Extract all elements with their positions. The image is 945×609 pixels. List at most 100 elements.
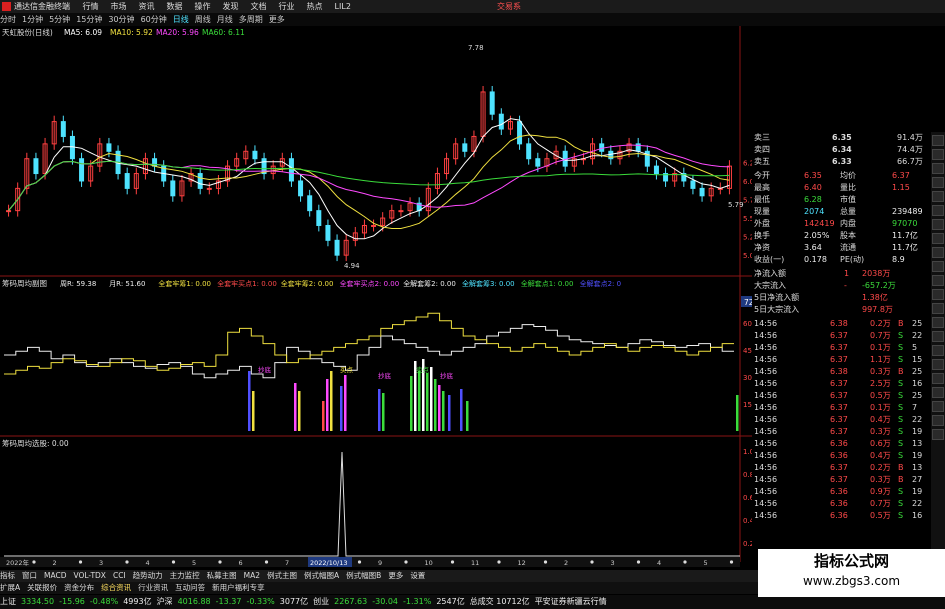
menu-item[interactable]: 资讯 <box>139 2 155 11</box>
signal-bar <box>434 379 437 431</box>
side-tool-icon[interactable] <box>932 387 944 398</box>
menu-item[interactable]: 行情 <box>83 2 99 11</box>
indicator-tab[interactable]: 更多 <box>388 571 403 580</box>
side-tool-icon[interactable] <box>932 401 944 412</box>
menu-item[interactable]: 操作 <box>195 2 211 11</box>
trade-side: S <box>898 355 904 364</box>
period-tab[interactable]: 日线 <box>173 15 189 24</box>
trade-menu[interactable]: 交易系 <box>497 0 521 13</box>
signal-bar <box>378 389 381 431</box>
info-tab[interactable]: 扩展A <box>0 583 20 592</box>
indicator-tab[interactable]: MACD <box>44 571 66 580</box>
side-tool-icon[interactable] <box>932 303 944 314</box>
index-name[interactable]: 沪深 <box>157 597 173 606</box>
side-tool-icon[interactable] <box>932 359 944 370</box>
indicator-tab[interactable]: 设置 <box>410 571 425 580</box>
trade-count: 19 <box>912 487 923 496</box>
trade-price: 6.38 <box>830 319 848 328</box>
trade-time: 14:56 <box>754 355 778 364</box>
side-tool-icon[interactable] <box>932 289 944 300</box>
side-tool-icon[interactable] <box>932 233 944 244</box>
trade-price: 6.38 <box>830 367 848 376</box>
side-tool-icon[interactable] <box>932 149 944 160</box>
side-tool-icon[interactable] <box>932 415 944 426</box>
indicator-tab[interactable]: 主力监控 <box>170 571 200 580</box>
index-name[interactable]: 上证 <box>0 597 16 606</box>
period-tab[interactable]: 周线 <box>195 15 211 24</box>
signal-bar <box>252 391 255 431</box>
trade-side: S <box>898 379 904 388</box>
menu-item[interactable]: 热点 <box>307 2 323 11</box>
panel2-title: 筹码周均副图 <box>2 278 47 288</box>
period-tab[interactable]: 1分钟 <box>22 15 43 24</box>
side-tool-icon[interactable] <box>932 275 944 286</box>
xaxis-dot <box>357 560 362 564</box>
xaxis-dot <box>636 560 641 564</box>
period-tab[interactable]: 多周期 <box>239 15 263 24</box>
period-tab[interactable]: 60分钟 <box>141 15 167 24</box>
price-tick: 5.50 <box>743 215 752 223</box>
period-tab[interactable]: 15分钟 <box>76 15 102 24</box>
side-tool-icon[interactable] <box>932 163 944 174</box>
index-name[interactable]: 创业 <box>313 597 329 606</box>
panel3-tick: 0.60 <box>743 494 752 502</box>
menu-item[interactable]: 行业 <box>279 2 295 11</box>
side-tool-icon[interactable] <box>932 177 944 188</box>
menu-item[interactable]: 数据 <box>167 2 183 11</box>
signal-bar <box>344 375 347 431</box>
flow-label: 5日大宗流入 <box>754 305 800 314</box>
info-tab[interactable]: 资金分布 <box>64 583 94 592</box>
menu-item[interactable]: 文档 <box>251 2 267 11</box>
info-tab[interactable]: 行业资讯 <box>138 583 168 592</box>
trade-row: 14:56 6.37 0.3万 S 19 <box>752 426 930 438</box>
info-tab[interactable]: 互动问答 <box>175 583 205 592</box>
indicator-tab[interactable]: MA2 <box>244 571 260 580</box>
info-tab[interactable]: 关联报价 <box>27 583 57 592</box>
side-tool-icon[interactable] <box>932 135 944 146</box>
trade-row: 14:56 6.36 0.7万 S 22 <box>752 498 930 510</box>
indicator-tab[interactable]: 窗口 <box>22 571 37 580</box>
indicator-tab[interactable]: 指标 <box>0 571 15 580</box>
side-tool-icon[interactable] <box>932 219 944 230</box>
indicator-tab[interactable]: CCI <box>113 571 126 580</box>
indicator-tab[interactable]: 趋势动力 <box>133 571 163 580</box>
side-tool-icon[interactable] <box>932 429 944 440</box>
trade-side: B <box>898 475 904 484</box>
signal-bar <box>438 385 441 431</box>
news-ticker[interactable]: 平安证券新疆云行情 <box>535 597 607 606</box>
indicator-tab[interactable]: 例式幅图A <box>304 571 339 580</box>
xaxis-label: 6 <box>239 559 243 567</box>
period-tab[interactable]: 5分钟 <box>49 15 70 24</box>
panel2-param: 全套牢买点1: 0.00 <box>217 279 277 288</box>
xaxis-label: 4 <box>657 559 661 567</box>
stat-label: 市值 <box>840 195 856 204</box>
panel2-param: 全套牢筹2: 0.00 <box>281 279 334 288</box>
menu-item[interactable]: 市场 <box>111 2 127 11</box>
period-tab[interactable]: 月线 <box>217 15 233 24</box>
side-tool-icon[interactable] <box>932 373 944 384</box>
flow-value: 2038万 <box>862 269 891 278</box>
ask-price: 6.34 <box>832 145 852 154</box>
trade-count: 25 <box>912 367 923 376</box>
info-tab[interactable]: 综合资讯 <box>101 583 131 592</box>
info-tab[interactable]: 新用户福利专享 <box>212 583 265 592</box>
side-tool-icon[interactable] <box>932 317 944 328</box>
trade-row: 14:56 6.36 0.6万 S 13 <box>752 438 930 450</box>
indicator-tab[interactable]: 例式主图 <box>267 571 297 580</box>
side-tool-icon[interactable] <box>932 247 944 258</box>
period-tab[interactable]: 更多 <box>269 15 285 24</box>
trade-row: 14:56 6.37 0.5万 S 25 <box>752 390 930 402</box>
indicator-tab[interactable]: VOL-TDX <box>73 571 105 580</box>
period-tab[interactable]: 30分钟 <box>108 15 134 24</box>
side-tool-icon[interactable] <box>932 331 944 342</box>
side-tool-icon[interactable] <box>932 191 944 202</box>
menu-item[interactable]: LIL2 <box>335 2 351 11</box>
side-tool-icon[interactable] <box>932 205 944 216</box>
indicator-tab[interactable]: 例式幅图B <box>346 571 381 580</box>
menu-item[interactable]: 发现 <box>223 2 239 11</box>
side-tool-icon[interactable] <box>932 345 944 356</box>
side-tool-icon[interactable] <box>932 261 944 272</box>
period-tab[interactable]: 分时 <box>0 15 16 24</box>
indicator-tab[interactable]: 私募主图 <box>207 571 237 580</box>
chart-area[interactable]: 天虹股份(日线) MA5: 6.09 MA10: 5.92 MA20: 5.96 MA6… <box>0 26 752 570</box>
